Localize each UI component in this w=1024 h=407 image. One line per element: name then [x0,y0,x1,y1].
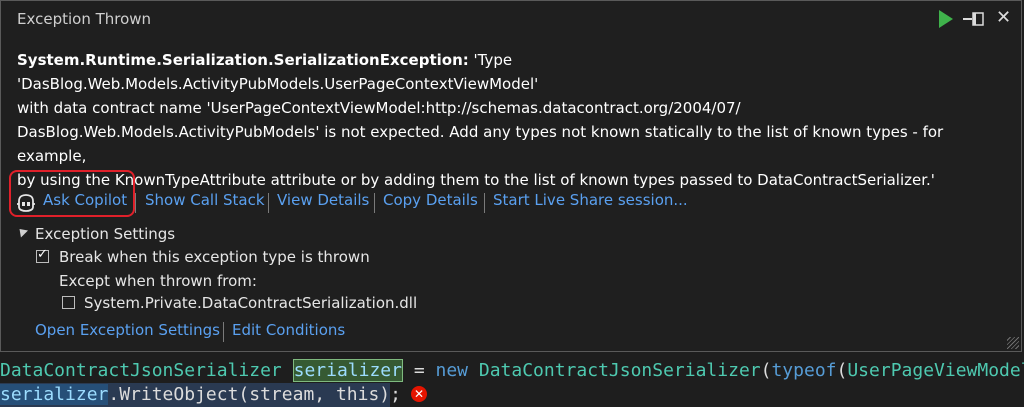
message-line-4: by using the KnownTypeAttribute attribut… [17,171,935,189]
message-line-2: with data contract name 'UserPageContext… [17,99,741,117]
exception-settings-header[interactable]: Exception Settings [35,225,175,243]
code-type: DataContractJsonSerializer [478,360,761,381]
exception-popup: Exception Thrown ✕ System.Runtime.Serial… [0,0,1022,352]
pin-icon[interactable] [963,12,991,26]
exception-message: System.Runtime.Serialization.Serializati… [17,48,1007,192]
error-icon[interactable]: ✕ [411,386,427,402]
code-paren: ( [836,360,848,381]
close-icon[interactable]: ✕ [996,7,1011,28]
break-when-thrown-label: Break when this exception type is thrown [59,248,370,266]
collapse-triangle-icon[interactable] [15,225,29,238]
code-call: .WriteObject(stream, this); [108,384,401,405]
link-separator [135,193,136,213]
code-operator: = [402,360,436,381]
exception-type: System.Runtime.Serialization.Serializati… [17,51,469,69]
break-when-thrown-checkbox[interactable] [36,247,49,263]
play-icon[interactable] [939,10,953,28]
code-keyword-typeof: typeof [771,360,837,381]
dll-checkbox[interactable] [62,296,75,309]
except-when-label: Except when thrown from: [59,272,257,290]
copy-details-link[interactable]: Copy Details [383,191,478,209]
start-live-share-link[interactable]: Start Live Share session... [493,191,688,209]
ask-copilot-link[interactable]: Ask Copilot [43,191,127,209]
code-model-type: UserPageViewModel [847,360,1024,381]
edit-conditions-link[interactable]: Edit Conditions [232,321,345,339]
message-line-3: DasBlog.Web.Models.ActivityPubModels' is… [17,123,944,165]
code-paren: ( [760,360,772,381]
code-variable-selected: serializer [0,384,109,405]
code-line-2: serializer.WriteObject(stream, this); [0,383,401,407]
copilot-icon[interactable] [15,193,37,213]
code-keyword-new: new [435,360,469,381]
show-call-stack-link[interactable]: Show Call Stack [145,191,265,209]
link-separator [484,193,485,213]
popup-titlebar: Exception Thrown ✕ [1,1,1021,37]
link-separator [223,322,224,342]
dll-label: System.Private.DataContractSerialization… [84,294,418,312]
open-exception-settings-link[interactable]: Open Exception Settings [35,321,220,339]
popup-title: Exception Thrown [17,10,152,28]
code-line-1: DataContractJsonSerializer serializer = … [0,359,1024,383]
code-variable-highlighted: serializer [292,359,403,382]
link-separator [268,193,269,213]
resize-grip-icon[interactable] [1007,337,1019,349]
link-separator [374,193,375,213]
code-type: DataContractJsonSerializer [0,360,282,381]
view-details-link[interactable]: View Details [277,191,369,209]
